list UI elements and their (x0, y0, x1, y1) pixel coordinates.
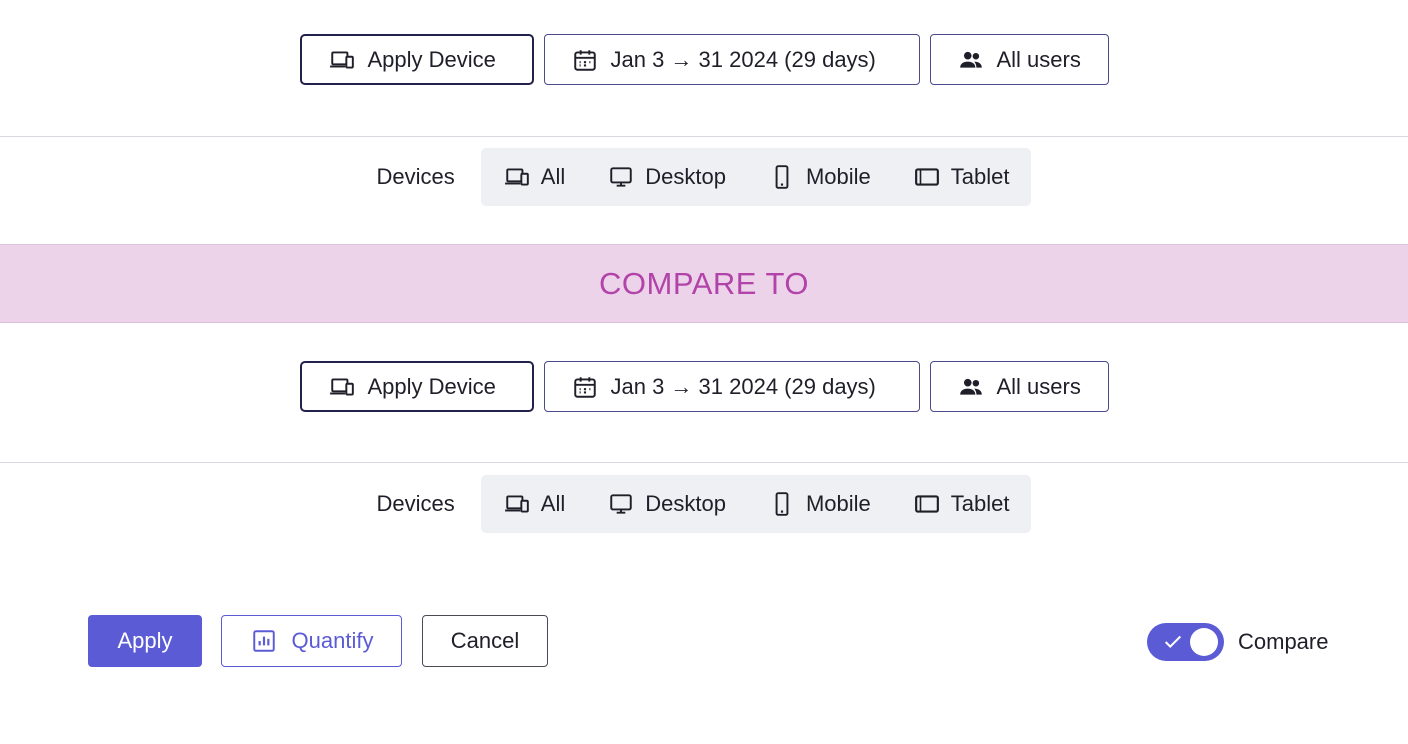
compare-to-title: COMPARE TO (599, 265, 809, 301)
checkmark-icon (1162, 631, 1184, 653)
divider (0, 136, 1408, 137)
device-option-label: All (540, 491, 566, 516)
toggle-knob (1190, 628, 1218, 656)
date-range-label: Jan 3 → 31 2024 (29 days) (610, 373, 876, 399)
calendar-icon (571, 46, 599, 74)
primary-filter-row: Apply Device Jan 3 → 31 2024 (29 days) A… (0, 34, 1408, 86)
all-users-button[interactable]: All users (929, 34, 1109, 85)
desktop-icon (607, 163, 635, 191)
device-option-label: Mobile (805, 164, 871, 189)
comparison-devices-row: Devices All Desktop Mobile Tablet (0, 475, 1408, 533)
device-option-all[interactable]: All (503, 148, 586, 206)
devices-label: Devices (376, 491, 455, 516)
device-option-desktop[interactable]: Desktop (586, 475, 747, 533)
quantify-button[interactable]: Quantify (221, 615, 402, 667)
device-option-mobile[interactable]: Mobile (747, 148, 892, 206)
device-option-label: Mobile (805, 491, 871, 516)
devices-label: Devices (376, 164, 455, 189)
footer-actions: Apply Quantify Cancel Compare (0, 615, 1408, 667)
apply-device-button[interactable]: Apply Device (299, 361, 534, 412)
device-option-all[interactable]: All (503, 475, 586, 533)
device-option-tablet[interactable]: Tablet (892, 475, 1010, 533)
apply-button[interactable]: Apply (88, 615, 202, 667)
cancel-button[interactable]: Cancel (422, 615, 548, 667)
tablet-icon (913, 490, 941, 518)
device-option-label: All (540, 164, 566, 189)
primary-devices-row: Devices All Desktop Mobile Tablet (0, 148, 1408, 206)
quantify-label: Quantify (291, 628, 374, 653)
bar-chart-icon (250, 627, 278, 655)
date-range-label: Jan 3 → 31 2024 (29 days) (610, 46, 876, 72)
calendar-icon (571, 373, 599, 401)
all-users-label: All users (996, 46, 1081, 72)
page: Apply Device Jan 3 → 31 2024 (29 days) A… (0, 0, 1408, 744)
devices-icon (503, 163, 531, 191)
users-icon (957, 46, 985, 74)
compare-toggle-group: Compare (1147, 623, 1328, 661)
apply-device-button[interactable]: Apply Device (299, 34, 534, 85)
device-option-tablet[interactable]: Tablet (892, 148, 1010, 206)
devices-segmented-control: All Desktop Mobile Tablet (480, 148, 1032, 206)
device-option-label: Tablet (950, 491, 1010, 516)
apply-device-label: Apply Device (367, 373, 496, 399)
divider (0, 462, 1408, 463)
date-range-button[interactable]: Jan 3 → 31 2024 (29 days) (543, 361, 920, 412)
tablet-icon (913, 163, 941, 191)
all-users-label: All users (996, 373, 1081, 399)
mobile-icon (768, 163, 796, 191)
devices-segmented-control: All Desktop Mobile Tablet (480, 475, 1032, 533)
compare-to-banner: COMPARE TO (0, 244, 1408, 323)
device-option-desktop[interactable]: Desktop (586, 148, 747, 206)
device-option-label: Desktop (645, 164, 726, 189)
devices-icon (328, 46, 356, 74)
device-option-mobile[interactable]: Mobile (747, 475, 892, 533)
compare-label: Compare (1238, 629, 1329, 654)
all-users-button[interactable]: All users (929, 361, 1109, 412)
desktop-icon (607, 490, 635, 518)
date-range-button[interactable]: Jan 3 → 31 2024 (29 days) (543, 34, 920, 85)
device-option-label: Desktop (645, 491, 726, 516)
mobile-icon (768, 490, 796, 518)
devices-icon (328, 373, 356, 401)
device-option-label: Tablet (950, 164, 1010, 189)
devices-icon (503, 490, 531, 518)
compare-toggle[interactable] (1147, 623, 1224, 661)
apply-device-label: Apply Device (367, 46, 496, 72)
comparison-filter-row: Apply Device Jan 3 → 31 2024 (29 days) A… (0, 361, 1408, 413)
users-icon (957, 373, 985, 401)
